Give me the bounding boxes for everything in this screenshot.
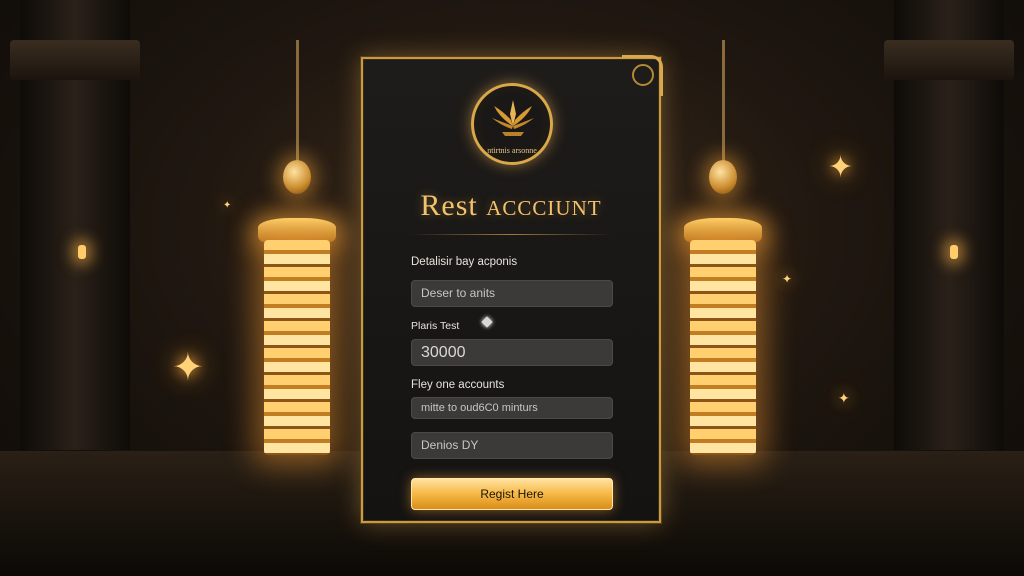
sparkle-icon: ✦ — [838, 390, 850, 406]
title-sub: ACCCIUNT — [486, 196, 602, 220]
divider — [411, 234, 611, 235]
right-pillar — [884, 0, 1014, 450]
golden-tower-right — [678, 40, 768, 460]
text-field-1[interactable]: Deser to anits — [411, 280, 613, 307]
text-field-3[interactable]: mitte to oud6C0 minturs — [411, 397, 613, 419]
info-diamond-icon[interactable] — [481, 316, 493, 328]
wall-lamp-left — [78, 245, 86, 259]
title-main: Rest — [420, 189, 478, 222]
page-title: Rest ACCCIUNT — [363, 189, 659, 223]
wall-lamp-right — [950, 245, 958, 259]
emblem-text: ntirtnis arsonne — [487, 146, 537, 155]
sparkle-icon: ✦ — [172, 347, 204, 389]
golden-crest-icon: ntirtnis arsonne — [471, 83, 553, 165]
text-field-4[interactable]: Denios DY — [411, 432, 613, 459]
register-panel: ntirtnis arsonne Rest ACCCIUNT Detalisir… — [361, 55, 663, 523]
sparkle-icon: ✦ — [828, 151, 854, 184]
sparkle-icon: ✦ — [223, 200, 232, 211]
ornament-corner-icon — [622, 55, 663, 96]
sparkle-icon: ✦ — [782, 272, 793, 286]
section-label-2: Plaris Test — [411, 320, 460, 332]
section-label-1: Detalisir bay acponis — [411, 256, 518, 268]
amount-field[interactable]: 30000 — [411, 339, 613, 366]
left-pillar — [10, 0, 140, 450]
section-label-3: Fley one accounts — [411, 379, 505, 391]
register-button[interactable]: Regist Here — [411, 478, 613, 510]
golden-tower-left — [252, 40, 342, 460]
